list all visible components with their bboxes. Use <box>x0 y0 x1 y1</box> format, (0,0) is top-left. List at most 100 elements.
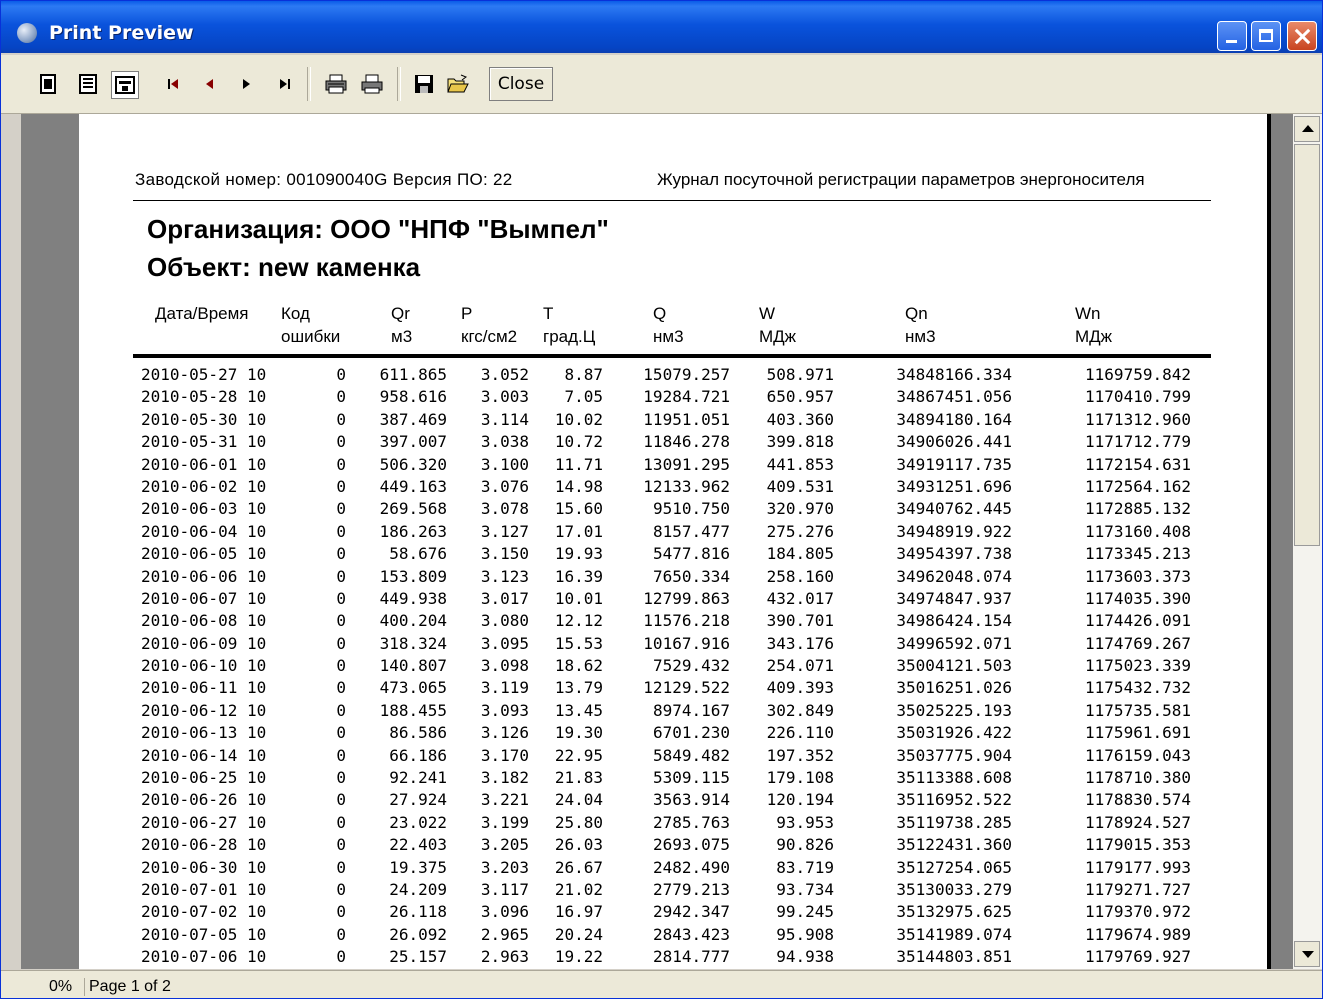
table-cell: 403.360 <box>766 409 834 429</box>
table-cell: 34919117.735 <box>896 454 1012 474</box>
column-header-t: Tград.Ц <box>543 304 596 346</box>
table-row: 2010-06-08 10 0 400.204 3.080 12.12 11576.218… <box>79 610 1267 632</box>
table-cell: 2010-06-01 10 <box>141 454 267 474</box>
table-cell: 0 <box>336 544 346 564</box>
table-cell: 506.320 <box>379 454 447 474</box>
two-pages-icon[interactable] <box>75 71 101 97</box>
table-cell: 2.963 <box>480 947 529 967</box>
scroll-thumb[interactable] <box>1294 144 1320 546</box>
table-cell: 2010-07-02 10 <box>141 902 267 922</box>
table-cell: 94.938 <box>776 947 834 967</box>
table-cell: 387.469 <box>379 409 447 429</box>
table-cell: 0 <box>336 387 346 407</box>
next-page-icon[interactable] <box>233 71 259 97</box>
print-icon[interactable] <box>359 71 385 97</box>
first-page-icon[interactable] <box>161 71 187 97</box>
open-icon[interactable] <box>445 71 471 97</box>
one-page-icon[interactable] <box>35 71 61 97</box>
table-cell: 2010-05-28 10 <box>141 387 267 407</box>
save-icon[interactable] <box>411 71 437 97</box>
table-cell: 3.052 <box>480 365 529 384</box>
table-cell: 25.157 <box>389 947 447 967</box>
table-cell: 34986424.154 <box>896 611 1012 631</box>
table-cell: 441.853 <box>766 454 834 474</box>
table-cell: 15079.257 <box>643 365 730 384</box>
table-cell: 0 <box>336 656 346 676</box>
table-cell: 8.87 <box>564 365 603 384</box>
table-cell: 0 <box>336 499 346 519</box>
title-bar[interactable]: Print Preview <box>1 1 1322 53</box>
table-cell: 35144803.851 <box>896 947 1012 967</box>
table-cell: 3.203 <box>480 857 529 877</box>
column-header-q: Qнм3 <box>653 304 684 346</box>
preview-area[interactable]: Заводской номер: 001090040G Версия ПО: 2… <box>21 114 1293 969</box>
last-page-icon[interactable] <box>271 71 297 97</box>
table-cell: 2010-06-06 10 <box>141 566 267 586</box>
table-cell: 12133.962 <box>643 476 730 496</box>
table-cell: 3.127 <box>480 521 529 541</box>
table-cell: 1172154.631 <box>1085 454 1191 474</box>
table-cell: 11576.218 <box>643 611 730 631</box>
close-button[interactable]: Close <box>489 67 553 101</box>
toolbar-separator <box>397 67 401 101</box>
minimize-button[interactable] <box>1217 21 1247 51</box>
table-cell: 2779.213 <box>652 879 730 899</box>
table-cell: 3.182 <box>480 768 529 788</box>
maximize-button[interactable] <box>1251 21 1281 51</box>
table-cell: 1172885.132 <box>1085 499 1191 519</box>
scroll-down-button[interactable] <box>1294 941 1320 967</box>
table-cell: 23.022 <box>389 812 447 832</box>
table-cell: 10.72 <box>554 432 603 452</box>
table-cell: 1172564.162 <box>1085 476 1191 496</box>
table-row: 2010-06-11 10 0 473.065 3.119 13.79 12129.522… <box>79 677 1267 699</box>
status-page: Page 1 of 2 <box>84 978 171 996</box>
table-cell: 25.80 <box>554 812 603 832</box>
print-setup-icon[interactable] <box>323 71 349 97</box>
table-row: 2010-06-01 10 0 506.320 3.100 11.71 13091.295… <box>79 454 1267 476</box>
table-cell: 26.118 <box>389 902 447 922</box>
table-cell: 34848166.334 <box>896 365 1012 384</box>
table-cell: 2010-07-06 10 <box>141 947 267 967</box>
table-cell: 0 <box>336 365 346 384</box>
table-cell: 2010-06-11 10 <box>141 678 267 698</box>
vertical-scrollbar[interactable] <box>1293 114 1322 969</box>
table-cell: 1174035.390 <box>1085 588 1191 608</box>
table-cell: 19.30 <box>554 723 603 743</box>
app-icon <box>17 23 37 43</box>
page-width-icon[interactable] <box>111 71 139 99</box>
table-cell: 8157.477 <box>652 521 730 541</box>
table-cell: 1179177.993 <box>1085 857 1191 877</box>
toolbar: Close <box>1 55 1322 114</box>
table-cell: 197.352 <box>766 745 834 765</box>
object-title: Объект: new каменка <box>147 252 421 282</box>
table-cell: 400.204 <box>379 611 447 631</box>
table-cell: 1178710.380 <box>1085 768 1191 788</box>
table-cell: 2693.075 <box>652 835 730 855</box>
table-cell: 0 <box>336 633 346 653</box>
table-cell: 1175735.581 <box>1085 700 1191 720</box>
table-cell: 1170410.799 <box>1085 387 1191 407</box>
table-cell: 27.924 <box>389 790 447 810</box>
close-window-button[interactable] <box>1287 21 1317 51</box>
table-cell: 24.04 <box>554 790 603 810</box>
table-cell: 275.276 <box>766 521 834 541</box>
table-cell: 958.616 <box>379 387 447 407</box>
column-header-error-code: Код ошибки <box>281 304 341 346</box>
table-cell: 12.12 <box>554 611 603 631</box>
scroll-up-button[interactable] <box>1294 116 1320 142</box>
table-cell: 3.080 <box>480 611 529 631</box>
prev-page-icon[interactable] <box>197 71 223 97</box>
table-cell: 2010-06-02 10 <box>141 476 267 496</box>
table-cell: 0 <box>336 947 346 967</box>
table-cell: 2843.423 <box>652 924 730 944</box>
table-cell: 35127254.065 <box>896 857 1012 877</box>
table-cell: 35113388.608 <box>896 768 1012 788</box>
table-row: 2010-06-09 10 0 318.324 3.095 15.53 10167.916… <box>79 633 1267 655</box>
report-header-left: Заводской номер: 001090040G Версия ПО: 2… <box>135 170 513 189</box>
table-cell: 34940762.445 <box>896 499 1012 519</box>
table-cell: 2010-06-28 10 <box>141 835 267 855</box>
table-cell: 3.098 <box>480 656 529 676</box>
table-cell: 2010-06-12 10 <box>141 700 267 720</box>
table-cell: 188.455 <box>379 700 447 720</box>
table-cell: 1179015.353 <box>1085 835 1191 855</box>
